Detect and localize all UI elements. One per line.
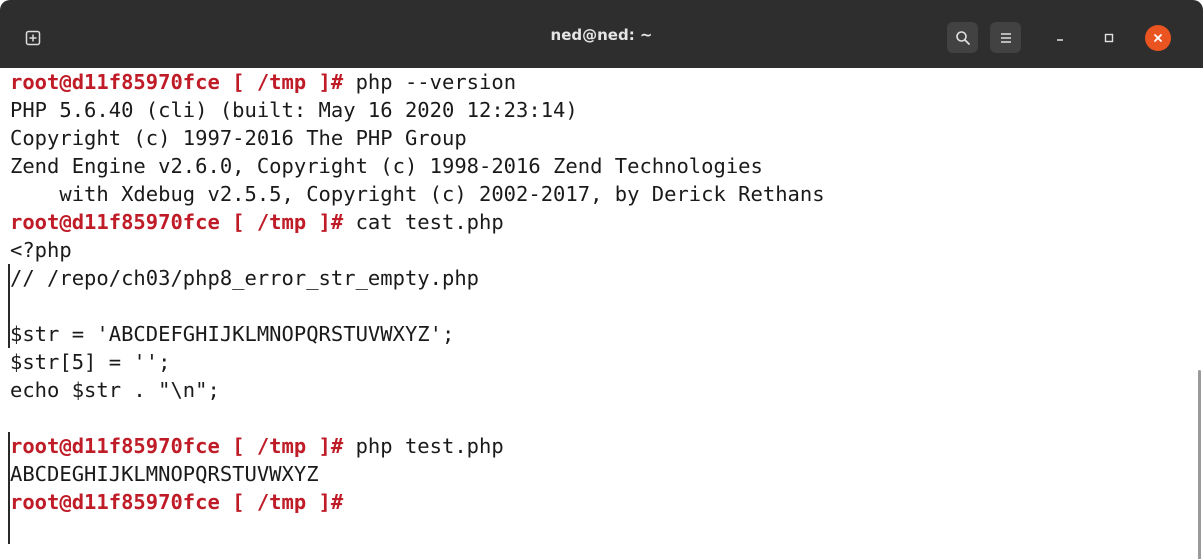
shell-prompt: root@d11f85970fce [ /tmp ]# [10, 434, 344, 458]
output-text: Zend Engine v2.6.0, Copyright (c) 1998-2… [10, 154, 763, 178]
hamburger-menu-icon [1000, 32, 1011, 43]
terminal-line: root@d11f85970fce [ /tmp ]# php --versio… [10, 68, 516, 96]
output-text: Copyright (c) 1997-2016 The PHP Group [10, 126, 467, 150]
minimize-button[interactable] [1047, 25, 1073, 51]
terminal-line: root@d11f85970fce [ /tmp ]# cat test.php [10, 208, 504, 236]
new-tab-icon [25, 30, 41, 46]
minimize-icon [1057, 39, 1063, 41]
terminal-line: root@d11f85970fce [ /tmp ]# php test.php [10, 432, 504, 460]
command-text: php --version [343, 70, 517, 94]
output-text: $str[5] = ''; [10, 350, 171, 374]
terminal-line: $str = 'ABCDEFGHIJKLMNOPQRSTUVWXYZ'; [10, 320, 454, 348]
terminal-line: // /repo/ch03/php8_error_str_empty.php [10, 264, 479, 292]
maximize-icon [1104, 33, 1114, 43]
close-icon [1154, 34, 1162, 42]
output-text: ABCDEGHIJKLMNOPQRSTUVWXYZ [10, 462, 319, 486]
menu-button[interactable] [990, 22, 1021, 53]
search-button[interactable] [947, 22, 978, 53]
output-text: PHP 5.6.40 (cli) (built: May 16 2020 12:… [10, 98, 578, 122]
close-button[interactable] [1145, 25, 1171, 51]
output-text: <?php [10, 238, 72, 262]
window-title: ned@ned: ~ [550, 26, 653, 44]
terminal-line: with Xdebug v2.5.5, Copyright (c) 2002-2… [10, 180, 825, 208]
terminal-line: $str[5] = ''; [10, 348, 170, 376]
terminal-line: Zend Engine v2.6.0, Copyright (c) 1998-2… [10, 152, 763, 180]
output-text: with Xdebug v2.5.5, Copyright (c) 2002-2… [10, 182, 825, 206]
shell-prompt: root@d11f85970fce [ /tmp ]# [10, 210, 344, 234]
shell-prompt: root@d11f85970fce [ /tmp ]# [10, 490, 344, 514]
terminal-line: ABCDEGHIJKLMNOPQRSTUVWXYZ [10, 460, 319, 488]
terminal-output[interactable]: root@d11f85970fce [ /tmp ]# php --versio… [0, 68, 1203, 559]
terminal-line: <?php [10, 236, 72, 264]
new-tab-button[interactable] [23, 28, 43, 48]
command-text: cat test.php [343, 210, 504, 234]
terminal-window: ned@ned: ~ root@d11f85970fce [/tmp]# p… [0, 0, 1203, 559]
terminal-line: Copyright (c) 1997-2016 The PHP Group [10, 124, 467, 152]
shell-prompt: root@d11f85970fce [ /tmp ]# [10, 70, 344, 94]
search-icon [955, 30, 970, 45]
output-text: // /repo/ch03/php8_error_str_empty.php [10, 266, 479, 290]
terminal-line: echo $str . "\n"; [10, 376, 220, 404]
terminal-line: root@d11f85970fce [ /tmp ]# [10, 488, 343, 516]
command-text: php test.php [343, 434, 504, 458]
terminal-line: PHP 5.6.40 (cli) (built: May 16 2020 12:… [10, 96, 578, 124]
output-text: $str = 'ABCDEFGHIJKLMNOPQRSTUVWXYZ'; [10, 322, 455, 346]
vertical-scrollbar[interactable] [1198, 370, 1201, 559]
output-text: echo $str . "\n"; [10, 378, 220, 402]
maximize-button[interactable] [1096, 25, 1122, 51]
title-bar[interactable]: ned@ned: ~ [0, 0, 1203, 68]
